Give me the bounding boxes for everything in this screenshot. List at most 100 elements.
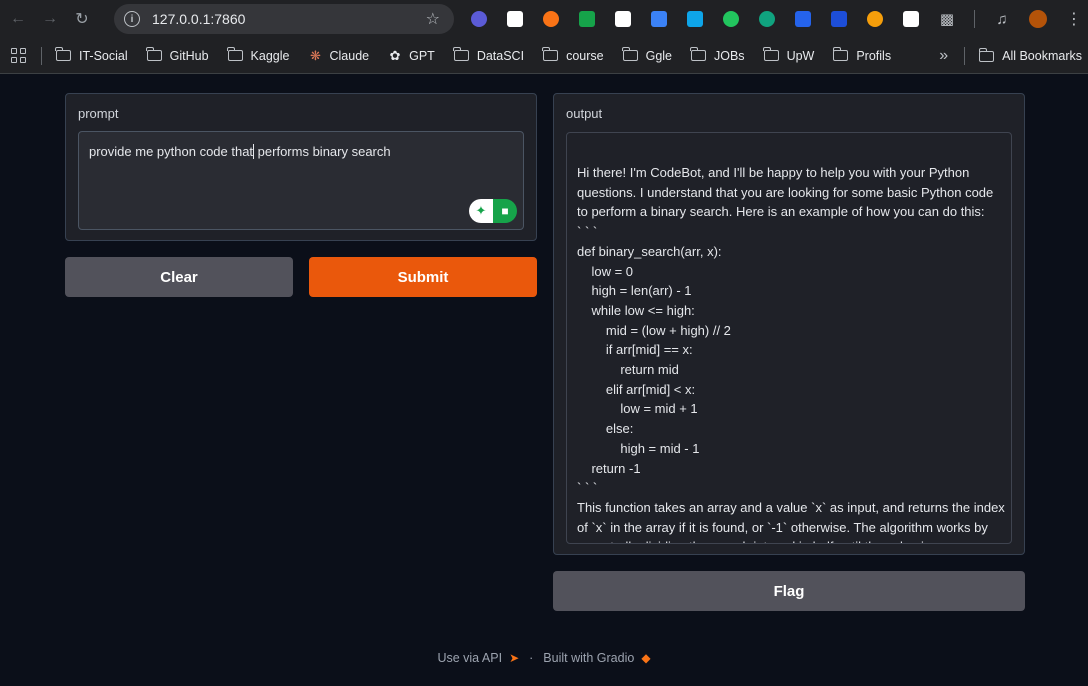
bookmark-ggle[interactable]: Ggle [621, 47, 672, 63]
all-bookmarks-label: All Bookmarks [1002, 49, 1082, 63]
folder-icon [762, 47, 779, 61]
folder-icon [832, 47, 849, 61]
browser-toolbar: ← → ↻ i 127.0.0.1:7860 ☆ ▩ ♫ ⋮ [0, 0, 1088, 38]
chevron-right-icon[interactable]: » [939, 47, 948, 65]
bookmark-kaggle[interactable]: Kaggle [226, 47, 290, 63]
extension-icon[interactable] [502, 8, 528, 30]
bookmarks-right: » All Bookmarks [939, 38, 1082, 74]
extension-icon[interactable] [754, 8, 780, 30]
extension-icon[interactable] [646, 8, 672, 30]
extension-swatch [867, 11, 883, 27]
bookmark-label: Kaggle [250, 48, 290, 63]
forward-arrow-icon[interactable]: → [36, 5, 64, 33]
folder-icon [146, 47, 162, 61]
input-tools: ✦ ■ [469, 199, 517, 223]
prompt-text-before: provide me python code that [89, 144, 254, 159]
bookmark-it-social[interactable]: IT-Social [55, 47, 128, 63]
extension-icon[interactable] [574, 8, 600, 30]
folder-icon [55, 47, 71, 61]
apps-grid-icon[interactable] [11, 47, 27, 64]
bookmarks-bar: IT-Social GitHub Kaggle ❋ Claude ✿ GPT Dat… [0, 38, 1088, 74]
extension-swatch [651, 11, 667, 27]
extension-icon[interactable] [538, 8, 564, 30]
folder-icon [542, 47, 559, 61]
prompt-label: prompt [78, 106, 119, 121]
extension-swatch [687, 11, 703, 27]
extension-swatch [759, 11, 775, 27]
flag-button[interactable]: Flag [553, 571, 1025, 611]
use-via-api-link[interactable]: Use via API [437, 651, 502, 665]
extension-swatch [903, 11, 919, 27]
bookmark-label: IT-Social [79, 48, 128, 63]
extension-icon[interactable] [682, 8, 708, 30]
folder-icon [978, 47, 995, 62]
extensions-bar: ▩ ♫ ⋮ [466, 8, 1087, 30]
avatar[interactable] [1025, 8, 1051, 30]
extension-icon[interactable] [610, 8, 636, 30]
footer-separator: · [529, 651, 534, 665]
folder-icon [690, 47, 706, 61]
menu-icon[interactable]: ⋮ [1061, 8, 1087, 30]
bookmark-label: course [566, 48, 604, 63]
bookmark-label: Profils [856, 48, 892, 63]
extension-icon[interactable] [862, 8, 888, 30]
bookmark-course[interactable]: course [542, 47, 604, 63]
extension-swatch [723, 11, 739, 27]
extension-icon[interactable] [466, 8, 492, 30]
footer: Use via API ➤ · Built with Gradio ◆ [0, 648, 1088, 668]
extension-icon[interactable] [718, 8, 744, 30]
bookmark-datasci[interactable]: DataSCI [453, 47, 525, 63]
rocket-icon: ➤ [509, 651, 520, 665]
bookmark-claude[interactable]: ❋ Claude [308, 47, 370, 63]
claude-icon: ❋ [310, 47, 321, 63]
bookmark-label: Ggle [645, 48, 672, 63]
bookmark-star-icon[interactable]: ☆ [426, 9, 440, 29]
clear-button[interactable]: Clear [65, 257, 293, 297]
prompt-input[interactable]: provide me python code that performs bin… [78, 131, 524, 230]
puzzle-icon[interactable]: ▩ [934, 8, 960, 30]
bookmark-label: Claude [329, 48, 370, 63]
openai-icon: ✿ [389, 47, 401, 63]
extension-swatch [543, 11, 559, 27]
bookmark-label: UpW [786, 48, 815, 63]
extension-swatch [471, 11, 487, 27]
submit-button[interactable]: Submit [309, 257, 537, 297]
extension-swatch [795, 11, 811, 27]
extension-swatch [831, 11, 847, 27]
bookmark-label: JOBs [714, 48, 745, 63]
extension-swatch [579, 11, 595, 27]
reload-icon[interactable]: ↻ [68, 5, 96, 33]
extension-swatch [507, 11, 523, 27]
output-label: output [566, 106, 603, 121]
site-info-icon[interactable]: i [124, 11, 140, 27]
bookmark-label: GitHub [169, 48, 209, 63]
gradio-logo-icon: ◆ [641, 651, 651, 665]
bookmark-upw[interactable]: UpW [762, 47, 815, 63]
output-textbox[interactable]: Hi there! I'm CodeBot, and I'll be happy… [566, 132, 1012, 544]
media-icon[interactable]: ♫ [989, 8, 1015, 30]
built-with-gradio-link[interactable]: Built with Gradio [543, 651, 634, 665]
bookmark-label: DataSCI [476, 48, 525, 63]
address-bar[interactable]: i 127.0.0.1:7860 ☆ [114, 4, 454, 34]
output-text: Hi there! I'm CodeBot, and I'll be happy… [577, 165, 1005, 543]
bookmark-profils[interactable]: Profils [832, 47, 892, 63]
prompt-text-after: performs binary search [254, 144, 391, 159]
back-arrow-icon[interactable]: ← [4, 5, 32, 33]
bookmark-gpt[interactable]: ✿ GPT [388, 47, 435, 63]
extension-icon[interactable] [790, 8, 816, 30]
robot-icon[interactable]: ■ [493, 199, 517, 223]
folder-icon [621, 47, 638, 61]
url-text[interactable]: 127.0.0.1:7860 [152, 11, 426, 27]
bookmark-jobs[interactable]: JOBs [690, 47, 745, 63]
folder-icon [453, 47, 469, 61]
toolbar-divider [974, 10, 975, 28]
extension-icon[interactable] [826, 8, 852, 30]
avatar-image [1029, 10, 1047, 28]
all-bookmarks[interactable]: All Bookmarks [978, 47, 1082, 63]
bookmark-github[interactable]: GitHub [146, 47, 209, 63]
bookmark-label: GPT [409, 48, 435, 63]
extension-icon[interactable] [898, 8, 924, 30]
bookmarks-divider [41, 46, 42, 65]
feather-icon[interactable]: ✦ [469, 199, 493, 223]
folder-icon [226, 47, 243, 61]
